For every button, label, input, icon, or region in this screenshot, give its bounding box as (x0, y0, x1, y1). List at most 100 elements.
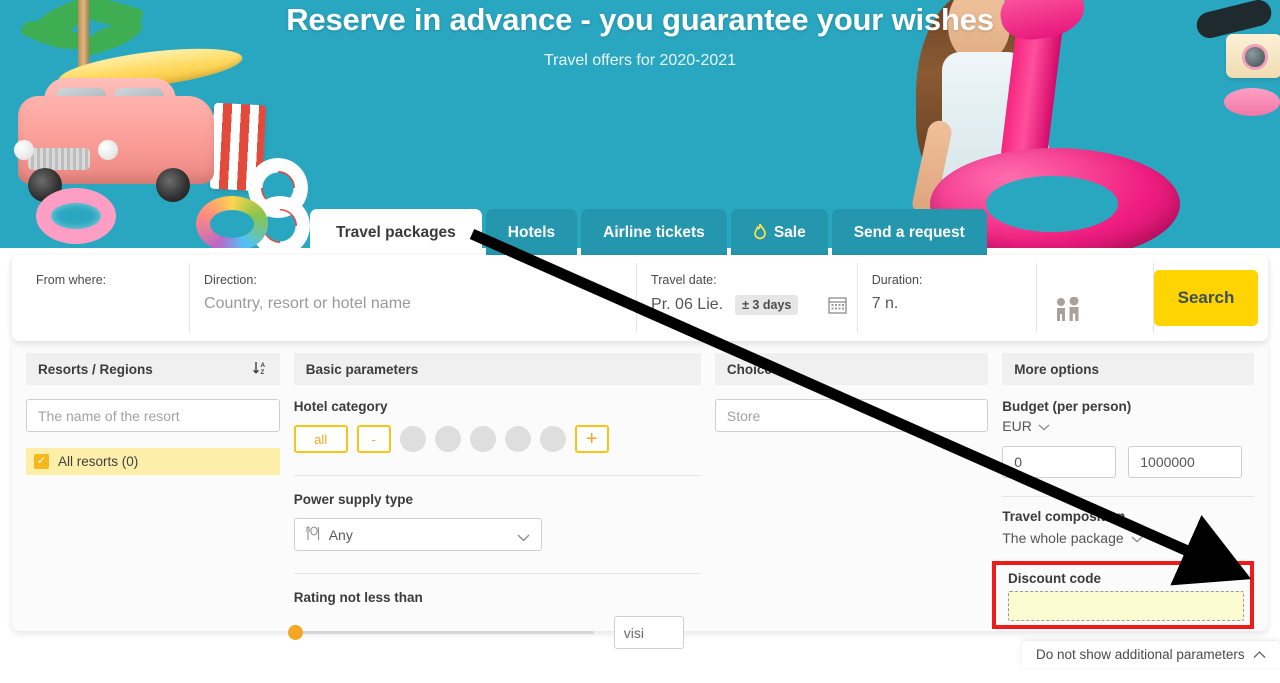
star-dot-4[interactable] (504, 426, 531, 452)
resort-item-all[interactable]: ✓ All resorts (0) (26, 448, 280, 475)
more-options-header-label: More options (1014, 361, 1099, 377)
tab-airline-tickets[interactable]: Airline tickets (581, 209, 727, 256)
from-where-label: From where: (36, 273, 107, 287)
basic-parameters-header-label: Basic parameters (305, 361, 419, 377)
resorts-header: Resorts / Regions A Z (26, 353, 280, 385)
travel-date-value: Pr. 06 Lie. (651, 296, 724, 313)
sun-hat-icon (1224, 88, 1280, 116)
power-supply-select[interactable]: Any (293, 518, 542, 551)
travel-composition-select[interactable]: The whole package (1002, 530, 1254, 546)
direction-field[interactable]: Direction: Country, resort or hotel name (189, 263, 636, 333)
resort-search-input[interactable] (26, 399, 280, 432)
tab-label: Hotels (507, 223, 556, 241)
choices-header-label: Choices (726, 361, 780, 377)
flamingo-float-hole (986, 176, 1118, 232)
tab-label: Sale (773, 223, 806, 241)
choices-search-input[interactable] (714, 399, 989, 432)
cutlery-icon (305, 525, 321, 544)
direction-label: Direction: (204, 273, 257, 287)
choices-header: Choices (714, 353, 989, 385)
power-supply-value: Any (328, 526, 353, 543)
tab-label: Travel packages (336, 223, 456, 241)
rating-slider[interactable] (287, 625, 594, 640)
car-headlight (14, 140, 34, 160)
search-button[interactable]: Search (1154, 270, 1258, 326)
hero-title: Reserve in advance - you guarantee your … (286, 2, 994, 37)
passengers-field[interactable] (1035, 263, 1153, 333)
from-where-field[interactable]: From where: (22, 263, 189, 333)
chevron-down-icon[interactable] (1038, 418, 1050, 434)
divider (1002, 496, 1254, 497)
travel-composition-label: Travel composition (1002, 509, 1126, 524)
tab-label: Airline tickets (603, 223, 705, 241)
currency-select[interactable]: EUR (1002, 418, 1254, 434)
two-people-icon[interactable] (1051, 297, 1139, 325)
discount-code-input[interactable] (1008, 591, 1244, 621)
hide-additional-parameters-toggle[interactable]: Do not show additional parameters (1022, 641, 1280, 668)
rating-label: Rating not less than (293, 590, 423, 605)
resorts-header-label: Resorts / Regions (38, 361, 153, 377)
rating-slider-knob[interactable] (287, 625, 303, 640)
resorts-column: Resorts / Regions A Z ✓ All resorts (0) (26, 353, 280, 631)
divider (293, 475, 701, 476)
chevron-down-icon[interactable] (1131, 530, 1143, 546)
tab-sale[interactable]: Sale (730, 209, 828, 256)
budget-label: Budget (per person) (1002, 399, 1132, 414)
duration-value: 7 n. (871, 295, 899, 312)
svg-text:A: A (260, 362, 265, 369)
tab-label: Send a request (853, 223, 965, 241)
duration-label: Duration: (871, 273, 923, 287)
category-all-button[interactable]: all (293, 425, 348, 453)
divider (293, 573, 701, 574)
search-button-cell: Search (1153, 263, 1258, 333)
discount-code-label: Discount code (1008, 571, 1102, 586)
search-bar: From where: Direction: Country, resort o… (12, 255, 1268, 341)
travel-composition-value: The whole package (1002, 530, 1124, 546)
page-root: Reserve in advance - you guarantee your … (0, 0, 1280, 683)
discount-code-highlight: Discount code (992, 561, 1254, 629)
rating-value-input[interactable] (613, 616, 684, 649)
rating-row (287, 616, 701, 649)
date-flex-badge[interactable]: ± 3 days (735, 295, 799, 315)
car-wheel (156, 168, 190, 202)
calendar-icon[interactable] (828, 295, 847, 314)
tab-send-a-request[interactable]: Send a request (831, 209, 987, 256)
star-dot-1[interactable] (399, 426, 426, 452)
direction-input[interactable]: Country, resort or hotel name (204, 295, 622, 313)
budget-min-input[interactable] (1002, 446, 1117, 478)
basic-parameters-column: Basic parameters Hotel category all - + … (287, 353, 701, 649)
category-minus-button[interactable]: - (356, 425, 391, 453)
passengers-label (1051, 273, 1139, 287)
search-type-tabs: Travel packages Hotels Airline tickets S… (310, 209, 987, 256)
budget-max-input[interactable] (1128, 446, 1243, 478)
star-dot-2[interactable] (434, 426, 461, 452)
power-supply-label: Power supply type (293, 492, 413, 507)
rainbow-float-icon (196, 196, 268, 248)
pink-float-icon (36, 188, 116, 244)
chevron-down-icon[interactable] (517, 529, 530, 545)
car-headlight (98, 140, 118, 160)
car-grille (28, 148, 90, 170)
more-options-header: More options (1002, 353, 1254, 385)
checkbox-checked-icon[interactable]: ✓ (34, 454, 49, 469)
resort-item-label: All resorts (0) (58, 454, 139, 469)
basic-parameters-header: Basic parameters (293, 353, 701, 385)
hero-subtitle: Travel offers for 2020-2021 (543, 52, 737, 69)
duration-field[interactable]: Duration: 7 n. (856, 263, 1036, 333)
choices-column: Choices (714, 353, 989, 631)
svg-text:Z: Z (260, 369, 264, 376)
hotel-category-selector: all - + (293, 425, 701, 453)
currency-value: EUR (1002, 418, 1032, 434)
tab-hotels[interactable]: Hotels (485, 209, 578, 256)
tab-travel-packages[interactable]: Travel packages (310, 209, 482, 256)
travel-date-field[interactable]: Travel date: Pr. 06 Lie. ± 3 days (636, 263, 857, 333)
travel-date-label: Travel date: (651, 273, 717, 287)
category-plus-button[interactable]: + (574, 425, 609, 453)
hide-additional-parameters-label: Do not show additional parameters (1036, 647, 1245, 662)
sort-az-icon[interactable]: A Z (252, 360, 268, 379)
hotel-category-label: Hotel category (293, 399, 388, 414)
chevron-up-icon[interactable] (1253, 647, 1266, 662)
star-dot-3[interactable] (469, 426, 496, 452)
budget-range (1002, 446, 1254, 478)
star-dot-5[interactable] (539, 426, 566, 452)
